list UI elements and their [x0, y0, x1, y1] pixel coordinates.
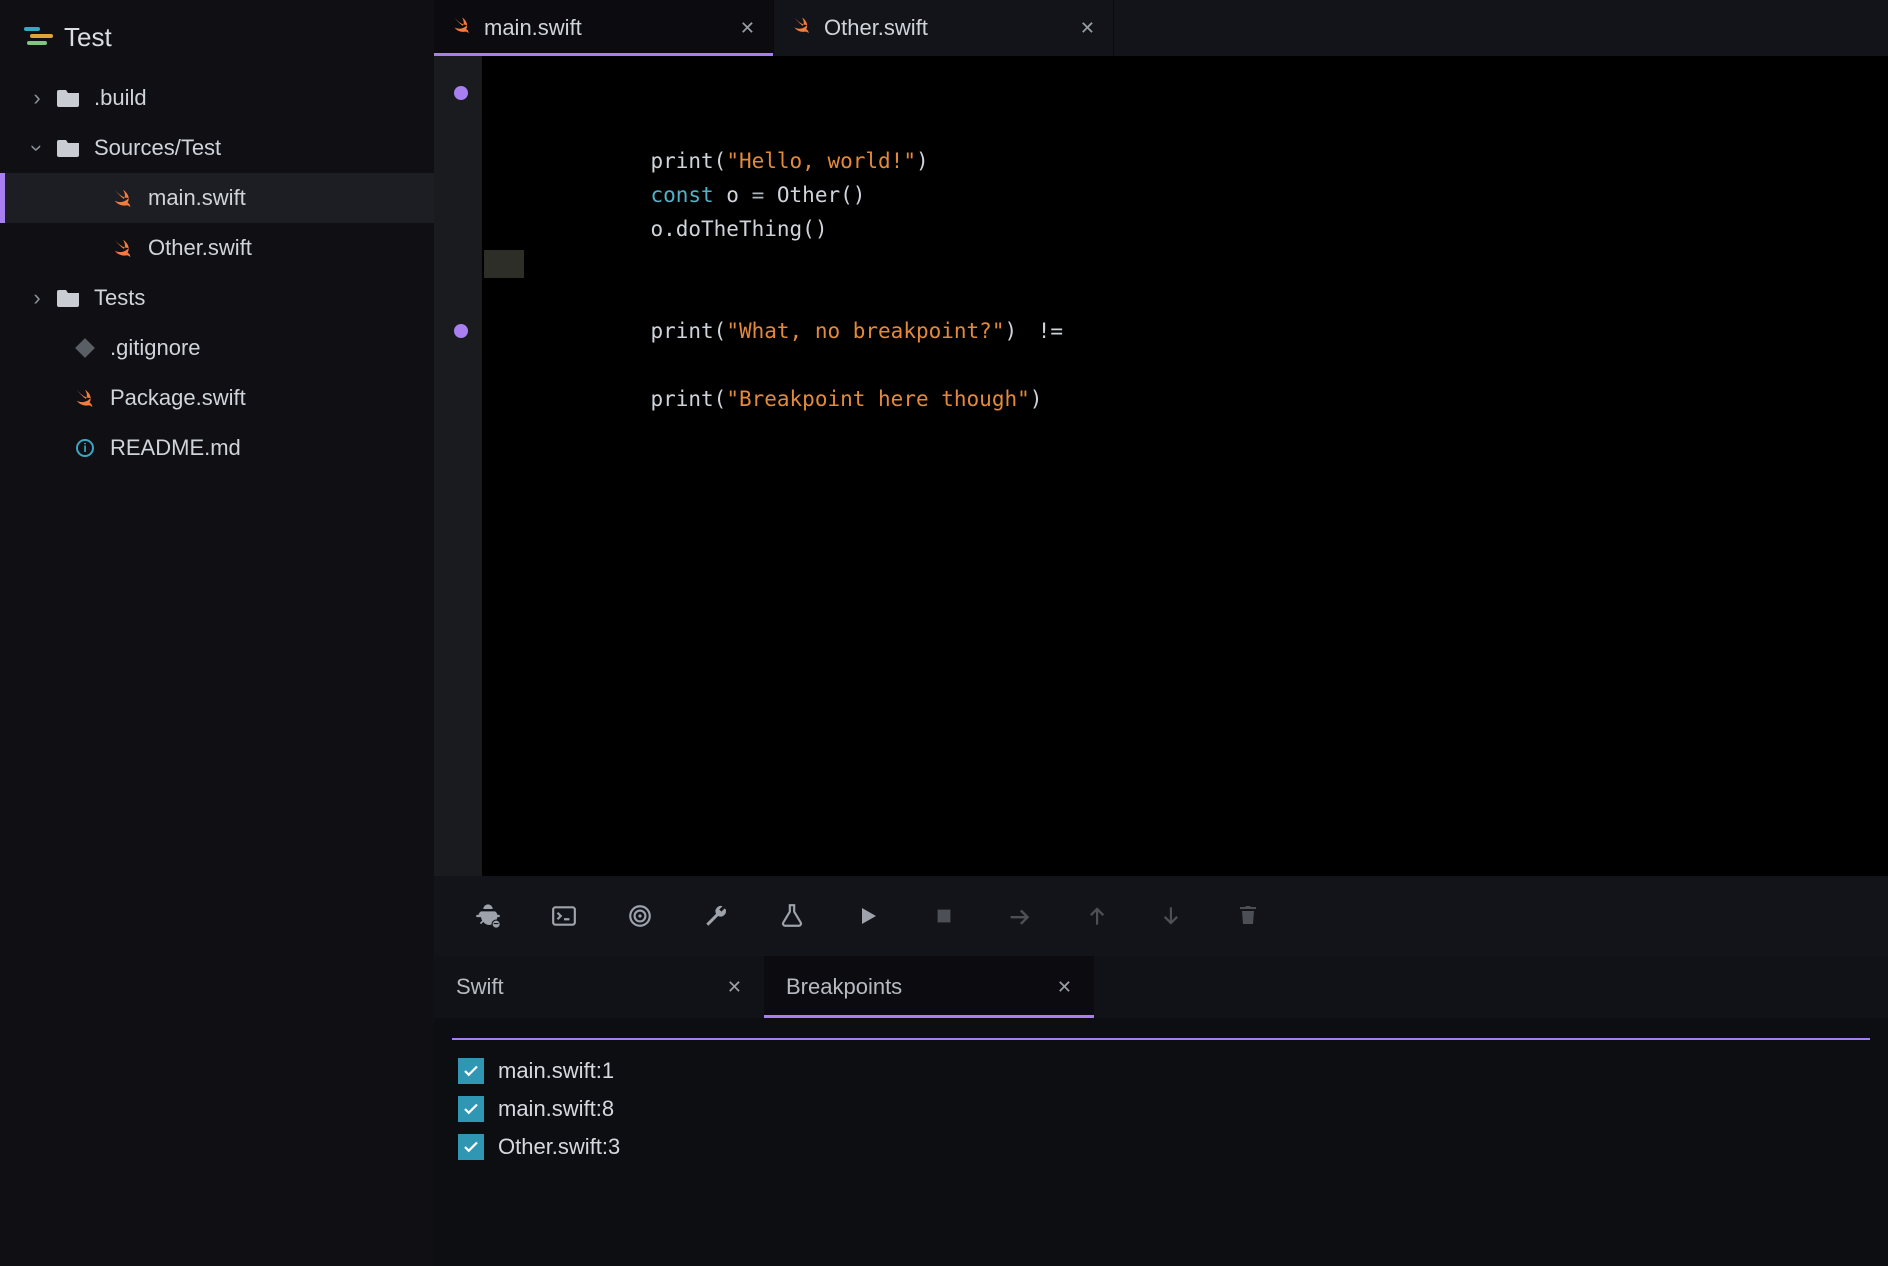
- main-area: main.swift ✕ Other.swift ✕ print("Hello,…: [434, 0, 1888, 1266]
- project-title: Test: [64, 22, 112, 53]
- target-icon[interactable]: [624, 900, 656, 932]
- play-icon[interactable]: [852, 900, 884, 932]
- code-line: [524, 110, 1888, 144]
- token: print: [650, 387, 713, 411]
- checkbox-checked-icon[interactable]: [458, 1096, 484, 1122]
- stop-icon[interactable]: [928, 900, 960, 932]
- checkbox-checked-icon[interactable]: [458, 1058, 484, 1084]
- editor-gutter[interactable]: [434, 56, 482, 876]
- token: "Breakpoint here though": [726, 387, 1029, 411]
- tree-label: Package.swift: [110, 385, 246, 411]
- close-icon[interactable]: ✕: [727, 977, 742, 998]
- token: ): [1030, 387, 1043, 411]
- wrench-icon[interactable]: [700, 900, 732, 932]
- tree-label: main.swift: [148, 185, 246, 211]
- tab-label: Swift: [456, 974, 504, 1000]
- tab-label: Other.swift: [824, 15, 928, 41]
- close-icon[interactable]: ✕: [740, 18, 755, 39]
- swift-icon: [452, 15, 472, 41]
- breakpoint-item[interactable]: Other.swift:3: [458, 1134, 1864, 1160]
- breakpoint-marker[interactable]: [454, 324, 468, 338]
- tree-item-other-swift[interactable]: Other.swift: [0, 223, 434, 273]
- flask-icon[interactable]: [776, 900, 808, 932]
- checkbox-checked-icon[interactable]: [458, 1134, 484, 1160]
- code-line: print("Hello, world!"): [524, 76, 1888, 110]
- tab-label: main.swift: [484, 15, 582, 41]
- chevron-down-icon: ›: [24, 141, 50, 155]
- code-line: [524, 280, 1888, 314]
- editor-tabs: main.swift ✕ Other.swift ✕: [434, 0, 1888, 56]
- tree-item-tests[interactable]: › Tests: [0, 273, 434, 323]
- project-icon: [24, 27, 50, 49]
- swift-icon: [110, 185, 136, 211]
- folder-icon: [56, 85, 82, 111]
- code-line: print("Breakpoint here though"): [524, 314, 1888, 348]
- bottom-tab-breakpoints[interactable]: Breakpoints ✕: [764, 956, 1094, 1018]
- tree-label: Tests: [94, 285, 145, 311]
- tree-label: .gitignore: [110, 335, 201, 361]
- step-in-icon[interactable]: [1156, 900, 1188, 932]
- sidebar: Test › .build › Sources/Test: [0, 0, 434, 1266]
- editor-tab-main[interactable]: main.swift ✕: [434, 0, 774, 56]
- tree-label: .build: [94, 85, 147, 111]
- file-tree: › .build › Sources/Test main.swift: [0, 73, 434, 473]
- tree-item-build[interactable]: › .build: [0, 73, 434, 123]
- breakpoints-list: main.swift:1 main.swift:8 Other.swift:3: [434, 1048, 1888, 1170]
- tree-label: README.md: [110, 435, 241, 461]
- bug-icon[interactable]: [472, 900, 504, 932]
- code-line: const o = Other(): [524, 144, 1888, 178]
- folder-icon: [56, 135, 82, 161]
- breakpoint-item[interactable]: main.swift:8: [458, 1096, 1864, 1122]
- trash-icon[interactable]: [1232, 900, 1264, 932]
- tree-label: Sources/Test: [94, 135, 221, 161]
- chevron-right-icon: ›: [30, 285, 44, 311]
- breakpoint-label: main.swift:8: [498, 1096, 614, 1122]
- tree-label: Other.swift: [148, 235, 252, 261]
- token: (: [714, 387, 727, 411]
- swift-icon: [110, 235, 136, 261]
- swift-icon: [72, 385, 98, 411]
- bottom-panel: Swift ✕ Breakpoints ✕ main.swift:1: [434, 956, 1888, 1266]
- tree-item-sources[interactable]: › Sources/Test: [0, 123, 434, 173]
- debug-toolbar: [434, 876, 1888, 956]
- project-header: Test: [0, 22, 434, 73]
- info-icon: i: [72, 435, 98, 461]
- code-line: print("What, no breakpoint?") !=: [524, 246, 1888, 280]
- editor-tab-other[interactable]: Other.swift ✕: [774, 0, 1114, 56]
- current-line-marker: [484, 250, 524, 278]
- code-line: o.doTheThing(): [524, 178, 1888, 212]
- swift-icon: [792, 15, 812, 41]
- console-icon[interactable]: [548, 900, 580, 932]
- bottom-tabs: Swift ✕ Breakpoints ✕: [434, 956, 1888, 1018]
- step-over-icon[interactable]: [1004, 900, 1036, 932]
- panel-divider: [452, 1038, 1870, 1040]
- step-out-icon[interactable]: [1080, 900, 1112, 932]
- breakpoint-marker[interactable]: [454, 86, 468, 100]
- breakpoint-label: Other.swift:3: [498, 1134, 620, 1160]
- close-icon[interactable]: ✕: [1057, 977, 1072, 998]
- close-icon[interactable]: ✕: [1080, 18, 1095, 39]
- breakpoint-label: main.swift:1: [498, 1058, 614, 1084]
- breakpoint-item[interactable]: main.swift:1: [458, 1058, 1864, 1084]
- folder-icon: [56, 285, 82, 311]
- tree-item-readme[interactable]: i README.md: [0, 423, 434, 473]
- tab-label: Breakpoints: [786, 974, 902, 1000]
- tree-item-main-swift[interactable]: main.swift: [0, 173, 434, 223]
- bottom-tab-swift[interactable]: Swift ✕: [434, 956, 764, 1018]
- git-icon: [72, 335, 98, 361]
- tree-item-package-swift[interactable]: Package.swift: [0, 373, 434, 423]
- code-line: [524, 212, 1888, 246]
- chevron-right-icon: ›: [30, 85, 44, 111]
- code-editor[interactable]: print("Hello, world!") const o = Other()…: [434, 56, 1888, 876]
- tree-item-gitignore[interactable]: .gitignore: [0, 323, 434, 373]
